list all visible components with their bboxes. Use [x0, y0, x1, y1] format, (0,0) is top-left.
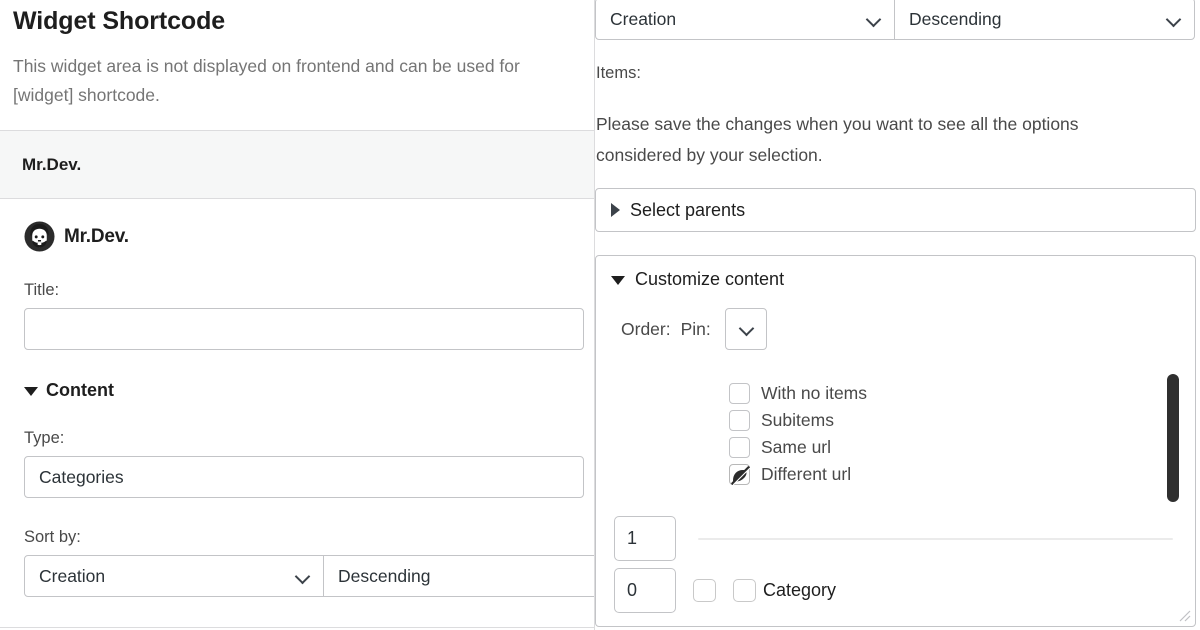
content-section-toggle[interactable]: Content: [24, 380, 114, 401]
checkbox-label-different-url: Different url: [761, 464, 852, 484]
right-sort-row: Creation Descending: [595, 0, 1195, 40]
brand-row: Mr.Dev.: [24, 221, 594, 252]
notice-line-2: considered by your selection.: [596, 145, 823, 165]
page-description-line-2: [widget] shortcode.: [13, 85, 160, 105]
title-field-label: Title:: [24, 281, 60, 299]
sort-order-select[interactable]: Descending: [323, 555, 594, 597]
checkbox-slashed-icon[interactable]: [729, 464, 751, 486]
chevron-down-icon: [1168, 14, 1180, 26]
sort-by-row: Creation Descending: [24, 555, 594, 597]
chevron-down-icon: [741, 323, 753, 335]
triangle-right-icon: [611, 203, 620, 217]
category-checkbox-label: Category: [763, 580, 837, 600]
customize-content-header[interactable]: Customize content: [596, 256, 1195, 302]
widget-card-header-title: Mr.Dev.: [22, 154, 82, 174]
checkbox-label-subitems: Subitems: [761, 410, 834, 430]
vertical-scrollbar-thumb[interactable]: [1167, 374, 1179, 502]
page-description-line-1: This widget area is not displayed on fro…: [13, 56, 520, 76]
customize-content-scrollbar[interactable]: [1167, 374, 1179, 624]
widget-card-header[interactable]: Mr.Dev.: [0, 131, 594, 199]
checkbox-label-same-url: Same url: [761, 437, 832, 457]
triangle-down-icon: [611, 275, 625, 285]
count-number-input[interactable]: [614, 516, 676, 561]
pin-select[interactable]: [724, 308, 767, 350]
checkbox-row-with-no-items[interactable]: With no items: [729, 380, 867, 407]
order-pin-row: Order: Pin:: [596, 308, 1195, 350]
checkbox-row-different-url[interactable]: Different url: [729, 461, 867, 488]
sort-by-field-label: Sort by:: [24, 528, 81, 546]
checkbox-empty-icon[interactable]: [729, 410, 750, 431]
right-sort-by-select[interactable]: Creation: [595, 0, 895, 40]
select-parents-expander[interactable]: Select parents: [595, 188, 1196, 232]
checkbox-empty-icon[interactable]: [729, 437, 750, 458]
pin-label: Pin:: [680, 318, 711, 339]
title-input[interactable]: [24, 308, 584, 350]
category-checkbox-icon[interactable]: [733, 579, 756, 602]
type-select[interactable]: Categories: [24, 456, 584, 498]
sort-order-select-value: Descending: [338, 566, 431, 586]
type-field-label: Type:: [24, 429, 65, 447]
brand-name: Mr.Dev.: [64, 225, 129, 247]
right-panel: Creation Descending Items: Please save t…: [594, 0, 1200, 630]
notice-line-1: Please save the changes when you want to…: [596, 114, 1079, 134]
save-changes-notice: Please save the changes when you want to…: [596, 109, 1136, 171]
offset-number-input[interactable]: [614, 568, 676, 613]
sort-by-select-value: Creation: [39, 566, 106, 586]
chevron-down-icon: [868, 14, 880, 26]
content-section-label: Content: [46, 380, 114, 400]
items-label: Items:: [596, 64, 641, 82]
select-parents-header[interactable]: Select parents: [596, 189, 1195, 231]
triangle-down-icon: [24, 387, 38, 396]
right-sort-order-value: Descending: [909, 9, 1002, 29]
right-sort-by-value: Creation: [610, 9, 677, 29]
select-parents-label: Select parents: [630, 199, 746, 220]
customize-checkbox-list: With no items Subitems Same url Differen…: [729, 380, 867, 488]
bearded-person-avatar-icon: [24, 221, 55, 252]
checkbox-label-with-no-items: With no items: [761, 383, 867, 403]
left-panel: Widget Shortcode This widget area is not…: [0, 0, 594, 630]
page-title: Widget Shortcode: [13, 7, 226, 35]
customize-content-expander: Customize content Order: Pin: With no it…: [595, 255, 1196, 627]
checkbox-row-same-url[interactable]: Same url: [729, 434, 867, 461]
page-description: This widget area is not displayed on fro…: [13, 52, 594, 110]
order-label: Order:: [621, 318, 671, 339]
right-sort-order-select[interactable]: Descending: [894, 0, 1195, 40]
resize-handle-icon[interactable]: [1176, 607, 1192, 623]
widget-card-body: Mr.Dev. Title: Content Type: Categories …: [0, 199, 594, 627]
range-slider-track[interactable]: [698, 537, 1173, 540]
checkbox-empty-icon[interactable]: [729, 383, 750, 404]
customize-content-label: Customize content: [635, 268, 785, 289]
checkbox-row-subitems[interactable]: Subitems: [729, 407, 867, 434]
widget-card: Mr.Dev. Mr.Dev. Title: Content Type: Cat…: [0, 130, 594, 628]
offset-category-row: Category: [614, 568, 836, 613]
sort-by-select[interactable]: Creation: [24, 555, 324, 597]
type-select-value: Categories: [39, 467, 124, 487]
screenshot-root: Widget Shortcode This widget area is not…: [0, 0, 1200, 630]
checkbox-empty-icon[interactable]: [693, 579, 716, 602]
count-slider-row: [614, 516, 1179, 561]
chevron-down-icon: [297, 571, 309, 583]
